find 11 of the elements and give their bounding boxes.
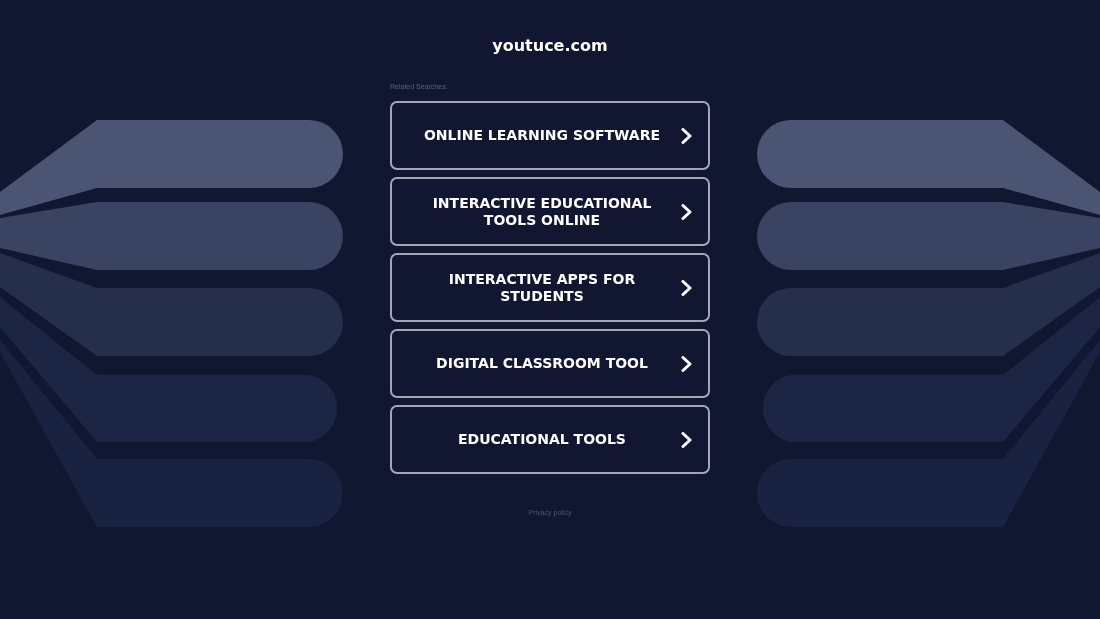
- related-search-link[interactable]: EDUCATIONAL TOOLS: [390, 405, 710, 474]
- chevron-right-icon: [681, 279, 692, 296]
- chevron-right-icon: [681, 431, 692, 448]
- site-title: youtuce.com: [492, 35, 608, 57]
- chevron-right-icon: [681, 355, 692, 372]
- related-search-link[interactable]: INTERACTIVE APPS FOR STUDENTS: [390, 253, 710, 322]
- related-search-link[interactable]: ONLINE LEARNING SOFTWARE: [390, 101, 710, 170]
- related-search-link[interactable]: DIGITAL CLASSROOM TOOL: [390, 329, 710, 398]
- chevron-right-icon: [681, 127, 692, 144]
- chevron-right-icon: [681, 203, 692, 220]
- related-search-link[interactable]: INTERACTIVE EDUCATIONAL TOOLS ONLINE: [390, 177, 710, 246]
